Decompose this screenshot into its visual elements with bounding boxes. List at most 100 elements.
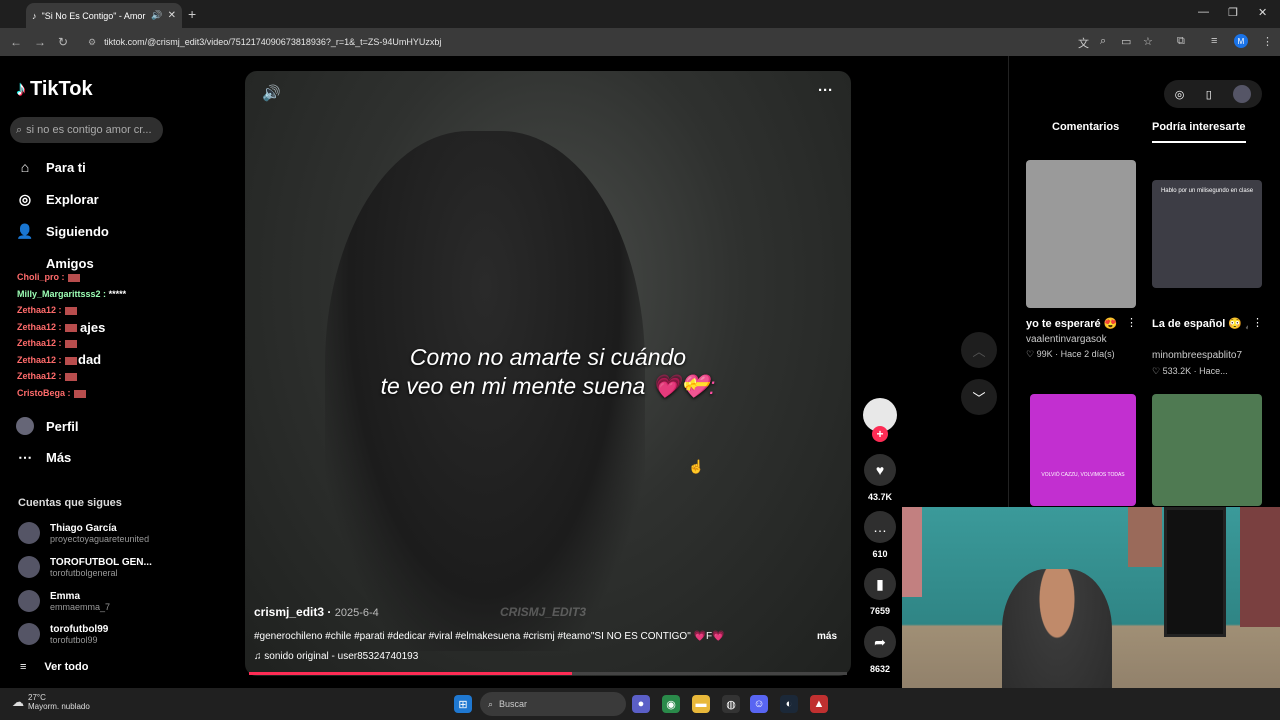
bookmark-icon[interactable]: ▮ bbox=[864, 568, 896, 600]
recommended-more-icon[interactable]: ⋮ bbox=[1126, 316, 1137, 329]
chat-message: Zethaa12 : bbox=[17, 322, 77, 332]
close-window-icon[interactable]: ✕ bbox=[1258, 6, 1267, 19]
following-title: Cuentas que sigues bbox=[18, 497, 122, 509]
follow-plus-button[interactable]: + bbox=[872, 426, 888, 442]
comment-action[interactable]: … 610 bbox=[862, 511, 898, 559]
recommended-thumbnail[interactable]: VOLVIÓ CAZZU, VOLVIMOS TODAS bbox=[1030, 394, 1136, 506]
cast-icon[interactable]: ▭ bbox=[1121, 35, 1131, 48]
nav-explorar[interactable]: ◎ Explorar bbox=[16, 191, 99, 208]
tab-title: "Si No Es Contigo" - Amor bbox=[41, 10, 146, 21]
heart-icon[interactable]: ♥ bbox=[864, 454, 896, 486]
tab-close-icon[interactable]: ✕ bbox=[168, 10, 176, 21]
phone-icon[interactable]: ▯ bbox=[1206, 88, 1212, 101]
recommended-meta: ♡ 99K · Hace 2 día(s) bbox=[1026, 349, 1115, 359]
sound-link[interactable]: ♫ sonido original - user85324740193 bbox=[254, 651, 418, 662]
taskbar-search[interactable]: ⌕ Buscar bbox=[480, 692, 626, 716]
translate-icon[interactable]: 文 bbox=[1078, 35, 1089, 51]
more-button[interactable]: más bbox=[817, 631, 837, 642]
like-action[interactable]: ♥ 43.7K bbox=[862, 454, 898, 502]
cloud-icon: ☁ bbox=[12, 695, 24, 709]
following-account[interactable]: TOROFUTBOL GEN... torofutbolgeneral bbox=[18, 556, 152, 578]
windows-start-icon[interactable]: ⊞ bbox=[454, 695, 472, 713]
weather-widget[interactable]: ☁ 27°C Mayorm. nublado bbox=[12, 693, 90, 711]
tiktok-favicon-icon: ♪ bbox=[32, 10, 37, 21]
zoom-icon[interactable]: ⌕ bbox=[1100, 35, 1106, 48]
new-tab-button[interactable]: + bbox=[188, 6, 196, 22]
recommended-thumbnail[interactable]: Hablo por un milisegundo en clase bbox=[1152, 180, 1262, 288]
folder-icon[interactable]: ▬ bbox=[692, 695, 710, 713]
mouse-cursor-icon: ☝ bbox=[688, 459, 705, 474]
steam-icon[interactable]: ◐ bbox=[780, 695, 798, 713]
recommended-title[interactable]: La de español 😳 🎤#parati #viral... bbox=[1152, 317, 1248, 330]
maximize-icon[interactable]: ❐ bbox=[1228, 6, 1238, 19]
search-input[interactable]: ⌕ si no es contigo amor cr... bbox=[10, 117, 163, 143]
next-video-button[interactable]: ﹀ bbox=[961, 379, 997, 415]
nav-mas[interactable]: ⋯ Más bbox=[16, 449, 71, 466]
recommended-thumbnail[interactable] bbox=[1152, 394, 1262, 506]
chat-message: Zethaa12 : bbox=[17, 338, 77, 348]
tab-comentarios[interactable]: Comentarios bbox=[1052, 121, 1119, 133]
extensions-icon[interactable]: ⧉ bbox=[1177, 35, 1185, 48]
video-author[interactable]: crismj_edit3 · 2025-6-4 bbox=[254, 605, 379, 619]
following-account[interactable]: Thiago García proyectoyaguareteunited bbox=[18, 522, 149, 544]
video-description: #generochileno #chile #parati #dedicar #… bbox=[254, 631, 725, 642]
see-all-button[interactable]: ≡ Ver todo bbox=[20, 661, 88, 673]
recommended-thumbnail[interactable] bbox=[1026, 160, 1136, 308]
nav-amigos[interactable]: Amigos bbox=[16, 256, 94, 271]
video-caption: Como no amarte si cuándo te veo en mi me… bbox=[380, 344, 716, 399]
emote-icon bbox=[64, 356, 77, 365]
comment-icon[interactable]: … bbox=[864, 511, 896, 543]
forward-icon[interactable]: → bbox=[34, 35, 46, 49]
browser-tab[interactable]: ♪ "Si No Es Contigo" - Amor 🔊 ✕ bbox=[26, 3, 182, 28]
share-icon[interactable]: ➦ bbox=[864, 626, 896, 658]
chevron-up-icon: ︿ bbox=[972, 343, 986, 359]
volume-icon[interactable]: 🔊 bbox=[262, 84, 281, 102]
nav-siguiendo[interactable]: 👤 Siguiendo bbox=[16, 223, 109, 240]
compass-icon[interactable]: ◎ bbox=[1175, 88, 1185, 101]
chat-message: Choli_pro : bbox=[17, 272, 80, 282]
chat-message: Milly_Margarittsss2 : ***** bbox=[17, 289, 127, 299]
back-icon[interactable]: ← bbox=[10, 35, 22, 49]
bookmark-star-icon[interactable]: ☆ bbox=[1143, 35, 1153, 48]
recommended-user[interactable]: minombreespablito7 bbox=[1152, 350, 1242, 361]
following-account[interactable]: torofutbol99 torofutbol99 bbox=[18, 623, 108, 645]
profile-avatar[interactable]: M bbox=[1234, 34, 1248, 48]
nav-para-ti[interactable]: ⌂ Para ti bbox=[16, 159, 86, 175]
following-account[interactable]: Emma emmaemma_7 bbox=[18, 590, 110, 612]
avatar[interactable] bbox=[1233, 85, 1252, 103]
avatar bbox=[18, 556, 40, 578]
recommended-title[interactable]: yo te esperaré 😍 bbox=[1026, 317, 1117, 330]
minimize-icon[interactable]: — bbox=[1198, 6, 1209, 18]
discord-icon[interactable]: ☺ bbox=[750, 695, 768, 713]
nav-perfil[interactable]: Perfil bbox=[16, 417, 79, 435]
previous-video-button[interactable]: ︿ bbox=[961, 332, 997, 368]
tab-audio-icon[interactable]: 🔊 bbox=[151, 10, 162, 21]
recommended-more-icon[interactable]: ⋮ bbox=[1252, 316, 1263, 329]
video-player[interactable]: Como no amarte si cuándo te veo en mi me… bbox=[245, 71, 851, 676]
video-options-icon[interactable]: ··· bbox=[818, 82, 833, 99]
tiktok-logo[interactable]: ♪ TikTok bbox=[16, 78, 93, 101]
browser-menu-icon[interactable]: ⋮ bbox=[1262, 35, 1273, 48]
obs-icon[interactable]: ◍ bbox=[722, 695, 740, 713]
save-action[interactable]: ▮ 7659 bbox=[862, 568, 898, 616]
app-icon[interactable]: ▲ bbox=[810, 695, 828, 713]
wall-poster bbox=[1128, 507, 1162, 567]
video-progress[interactable] bbox=[249, 672, 847, 675]
tab-podria-interesarte[interactable]: Podría interesarte bbox=[1152, 121, 1246, 143]
emote-icon bbox=[64, 339, 77, 348]
compass-icon: ◎ bbox=[18, 191, 32, 207]
reload-icon[interactable]: ↻ bbox=[58, 35, 68, 49]
share-action[interactable]: ➦ 8632 bbox=[862, 626, 898, 674]
chrome-icon[interactable]: ◉ bbox=[662, 695, 680, 713]
avatar bbox=[18, 522, 40, 544]
teams-icon[interactable]: ● bbox=[632, 695, 650, 713]
avatar bbox=[18, 623, 40, 645]
following-icon: 👤 bbox=[16, 223, 34, 239]
reading-list-icon[interactable]: ≡ bbox=[1211, 35, 1217, 47]
recommended-user[interactable]: vaalentinvargasok bbox=[1026, 334, 1107, 345]
nav-actividad-fragment[interactable]: dad bbox=[78, 352, 101, 367]
site-info-icon[interactable]: ⚙ bbox=[88, 37, 96, 48]
nav-mensajes-fragment[interactable]: ajes bbox=[80, 320, 105, 335]
emote-icon bbox=[73, 389, 86, 398]
more-icon: ⋯ bbox=[18, 449, 32, 465]
